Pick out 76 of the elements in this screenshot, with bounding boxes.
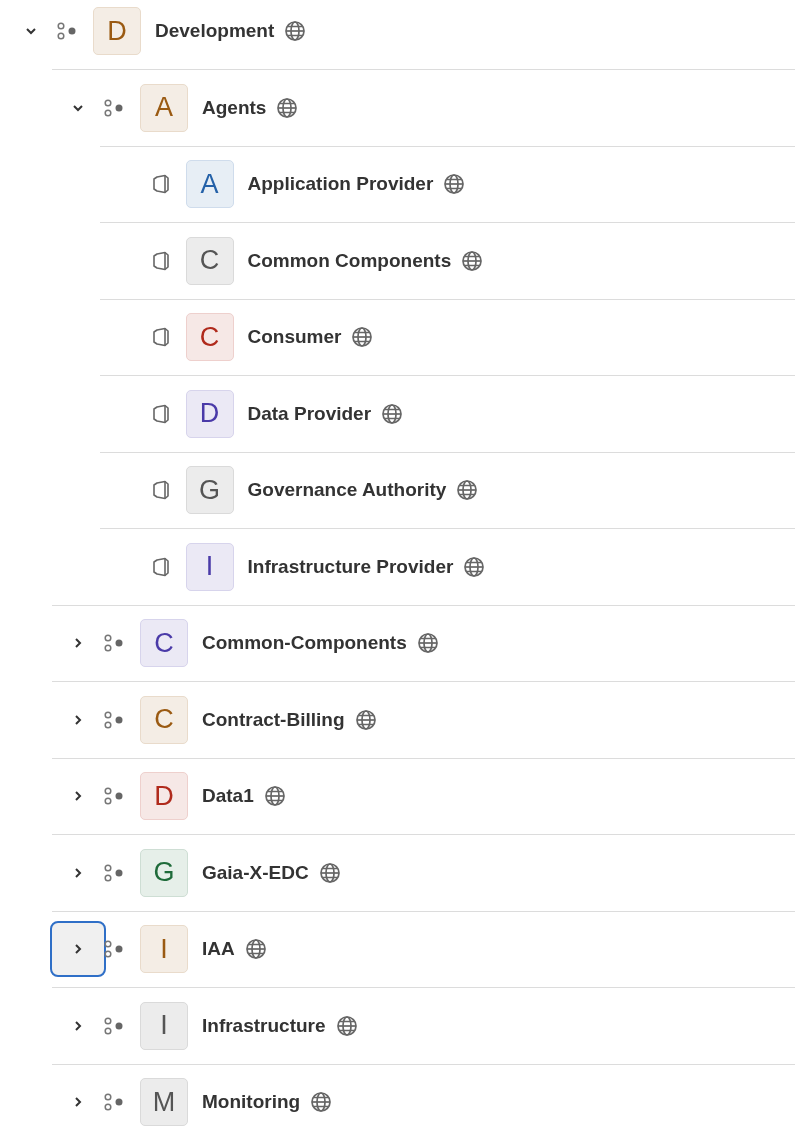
cube-icon <box>151 174 170 195</box>
cube-icon <box>151 327 170 348</box>
globe-icon <box>443 173 466 196</box>
item-name: Contract-Billing <box>202 708 345 731</box>
globe-icon <box>318 861 341 884</box>
group-icon <box>104 940 124 959</box>
group-icon <box>104 1093 124 1112</box>
globe-icon <box>351 326 374 349</box>
cube-icon <box>151 250 170 271</box>
letter-avatar: M <box>140 1078 188 1127</box>
tree-item[interactable]: A Application Provider <box>99 145 795 222</box>
globe-icon <box>244 938 267 961</box>
item-name: Infrastructure <box>202 1014 326 1037</box>
globe-icon <box>416 632 439 655</box>
tree-item[interactable]: D Development <box>5 0 795 69</box>
cube-icon <box>151 480 170 501</box>
group-icon <box>104 710 124 729</box>
tree-item[interactable]: D Data1 <box>52 757 795 834</box>
group-icon <box>104 863 124 882</box>
group-icon <box>104 787 124 806</box>
globe-icon <box>276 96 299 119</box>
item-name: Data Provider <box>247 402 372 425</box>
item-name: Agents <box>202 96 267 119</box>
item-name: Governance Authority <box>247 479 447 502</box>
group-icon <box>104 98 124 117</box>
globe-icon <box>354 708 377 731</box>
tree-item[interactable]: I Infrastructure <box>52 987 795 1064</box>
item-name: Application Provider <box>247 173 434 196</box>
item-name: Monitoring <box>202 1091 301 1114</box>
tree-item[interactable]: C Common Components <box>99 222 795 299</box>
letter-avatar: D <box>185 389 234 438</box>
tree-item[interactable]: I IAA <box>52 910 795 987</box>
tree-item[interactable]: D Data Provider <box>99 375 795 452</box>
tree-item[interactable]: C Common-Components <box>52 604 795 681</box>
globe-icon <box>284 20 307 42</box>
item-name: Common-Components <box>202 632 407 655</box>
group-icon <box>104 634 124 653</box>
tree-item[interactable]: I Infrastructure Provider <box>99 528 795 605</box>
group-icon <box>104 1016 124 1035</box>
letter-avatar: A <box>140 83 188 132</box>
letter-avatar: C <box>185 313 234 362</box>
letter-avatar: G <box>185 466 234 515</box>
item-name: Gaia-X-EDC <box>202 861 309 884</box>
letter-avatar: I <box>185 542 234 591</box>
item-name: Data1 <box>202 785 254 808</box>
tree-item[interactable]: G Gaia-X-EDC <box>52 834 795 911</box>
item-name: IAA <box>202 938 235 961</box>
letter-avatar: I <box>140 1001 188 1050</box>
letter-avatar: D <box>140 772 188 821</box>
globe-icon <box>335 1014 358 1037</box>
item-name: Common Components <box>247 249 452 272</box>
item-name: Infrastructure Provider <box>247 555 454 578</box>
tree-item[interactable]: G Governance Authority <box>99 451 795 528</box>
tree-item[interactable]: A Agents <box>52 69 795 146</box>
globe-icon <box>381 402 404 425</box>
letter-avatar: D <box>93 7 141 55</box>
tree-item[interactable]: C Consumer <box>99 298 795 375</box>
group-icon <box>57 22 77 40</box>
tree-item[interactable]: M Monitoring <box>52 1063 795 1140</box>
letter-avatar: C <box>140 619 188 668</box>
globe-icon <box>461 249 484 272</box>
letter-avatar: G <box>140 848 188 897</box>
expand-toggle[interactable] <box>50 921 106 978</box>
globe-icon <box>463 555 486 578</box>
letter-avatar: C <box>185 236 234 285</box>
globe-icon <box>456 479 479 502</box>
globe-icon <box>263 785 286 808</box>
item-name: Consumer <box>247 326 342 349</box>
item-name: Development <box>155 20 275 42</box>
letter-avatar: C <box>140 695 188 744</box>
globe-icon <box>310 1091 333 1114</box>
tree-item[interactable]: C Contract-Billing <box>52 681 795 758</box>
letter-avatar: I <box>140 925 188 974</box>
letter-avatar: A <box>185 160 234 209</box>
cube-icon <box>151 556 170 577</box>
cube-icon <box>151 403 170 424</box>
